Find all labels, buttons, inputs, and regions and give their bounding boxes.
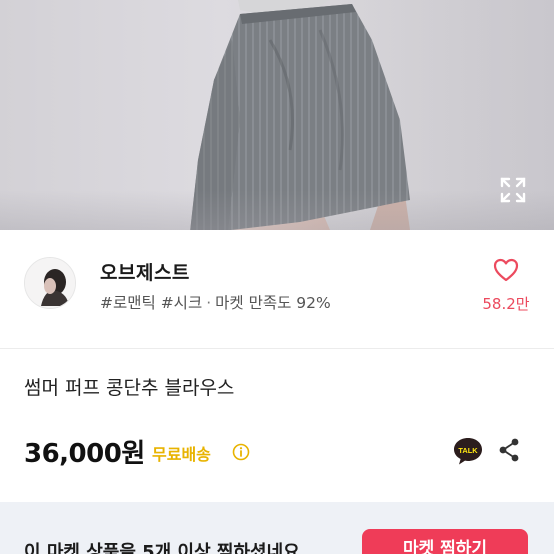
info-icon[interactable] — [232, 443, 250, 461]
free-shipping-label: 무료배송 — [152, 445, 211, 464]
share-icon[interactable] — [497, 437, 521, 463]
kakaotalk-icon[interactable]: TALK — [452, 436, 484, 466]
seller-tags-line: #로맨틱 #시크 · 마켓 만족도 92% — [100, 291, 331, 313]
expand-icon[interactable] — [498, 175, 528, 205]
like-market-button[interactable]: 58.2만 — [478, 256, 534, 322]
image-floor-shade — [0, 190, 554, 230]
seller-name[interactable]: 오브제스트 — [100, 258, 190, 285]
market-satisfaction: 마켓 만족도 92% — [215, 294, 331, 312]
heart-icon — [493, 258, 519, 282]
product-title: 썸머 퍼프 콩단추 블라우스 — [24, 377, 235, 399]
market-wishlist-button[interactable]: 마켓 찜하기 — [362, 529, 528, 554]
seller-section: 오브제스트 #로맨틱 #시크 · 마켓 만족도 92% 58.2만 — [0, 230, 554, 348]
product-image[interactable] — [0, 0, 554, 230]
banner-message: 이 마켓 상품을 5개 이상 찜하셨네요. — [24, 542, 307, 554]
tag-separator: · — [206, 294, 212, 312]
seller-avatar[interactable] — [24, 257, 76, 309]
section-divider — [0, 348, 554, 349]
seller-logo — [25, 258, 75, 308]
like-count: 58.2만 — [482, 295, 530, 313]
wishlist-banner: 이 마켓 상품을 5개 이상 찜하셨네요. 마켓 찜하기 — [0, 502, 554, 554]
svg-text:TALK: TALK — [458, 446, 478, 455]
seller-tags: #로맨틱 #시크 — [100, 294, 203, 312]
product-price: 36,000원 — [24, 439, 145, 469]
